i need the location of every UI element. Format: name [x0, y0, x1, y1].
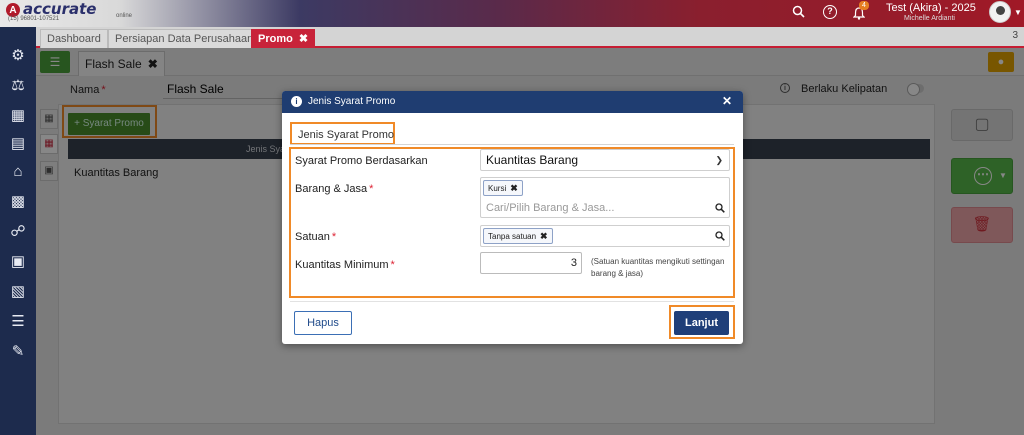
- logo-online: online: [116, 13, 133, 19]
- logo-text: accurate: [23, 0, 97, 18]
- bank-icon[interactable]: ⚖: [9, 77, 27, 95]
- ledger-icon[interactable]: ▤: [9, 135, 27, 153]
- warehouse-icon[interactable]: ⌂: [9, 163, 27, 181]
- tab-label: Dashboard: [47, 33, 101, 45]
- logo-mark-icon: A: [6, 3, 20, 17]
- dialog-title: Jenis Syarat Promo: [308, 96, 396, 107]
- chevron-down-icon[interactable]: ▼: [1014, 8, 1022, 17]
- user-company[interactable]: Test (Akira) - 2025: [886, 2, 976, 14]
- factory-icon[interactable]: ▧: [9, 283, 27, 301]
- close-icon[interactable]: ✕: [722, 94, 732, 108]
- tab-persiapan-data[interactable]: Persiapan Data Perusahaan: [108, 29, 261, 48]
- tab-dashboard[interactable]: Dashboard: [40, 29, 108, 48]
- divider: [290, 301, 734, 302]
- highlight-box: [669, 305, 735, 339]
- tab-count[interactable]: 3: [1012, 30, 1018, 41]
- dialog-header: i Jenis Syarat Promo ✕: [282, 91, 743, 113]
- tab-bar: Dashboard Persiapan Data Perusahaan Prom…: [36, 27, 1024, 48]
- tab-label: Persiapan Data Perusahaan: [115, 33, 254, 45]
- bag-icon[interactable]: ▩: [9, 193, 27, 211]
- divider: [290, 144, 734, 145]
- search-icon[interactable]: [791, 5, 805, 19]
- gear-icon[interactable]: ⚙: [9, 47, 27, 65]
- help-icon[interactable]: ?: [823, 5, 837, 19]
- close-icon[interactable]: ✖: [299, 33, 308, 45]
- tab-label: Promo: [258, 33, 293, 45]
- clipboard-icon[interactable]: ✎: [9, 343, 27, 361]
- report-icon[interactable]: ☰: [9, 313, 27, 331]
- hapus-button[interactable]: Hapus: [294, 311, 352, 335]
- sidebar: ⚙ ⚖ ▦ ▤ ⌂ ▩ ☍ ▣ ▧ ☰ ✎: [0, 27, 36, 435]
- tab-promo[interactable]: Promo ✖: [251, 29, 316, 48]
- info-icon: i: [291, 96, 302, 107]
- building-icon[interactable]: ▦: [9, 107, 27, 125]
- logo-tagline: (15) 96801-107521: [8, 16, 60, 22]
- jenis-syarat-promo-dialog: i Jenis Syarat Promo ✕ Jenis Syarat Prom…: [282, 91, 743, 344]
- user-name: Michelle Ardianti: [904, 15, 955, 22]
- logo[interactable]: A accurate: [6, 2, 96, 26]
- shopping-bag-icon[interactable]: ▣: [9, 253, 27, 271]
- notification-badge: 4: [859, 1, 869, 10]
- cart-icon[interactable]: ☍: [9, 223, 27, 241]
- highlight-box: [289, 147, 735, 298]
- section-title: Jenis Syarat Promo: [298, 129, 394, 141]
- top-header: A accurate (15) 96801-107521 online ? 4 …: [0, 0, 1024, 27]
- avatar[interactable]: [989, 1, 1011, 23]
